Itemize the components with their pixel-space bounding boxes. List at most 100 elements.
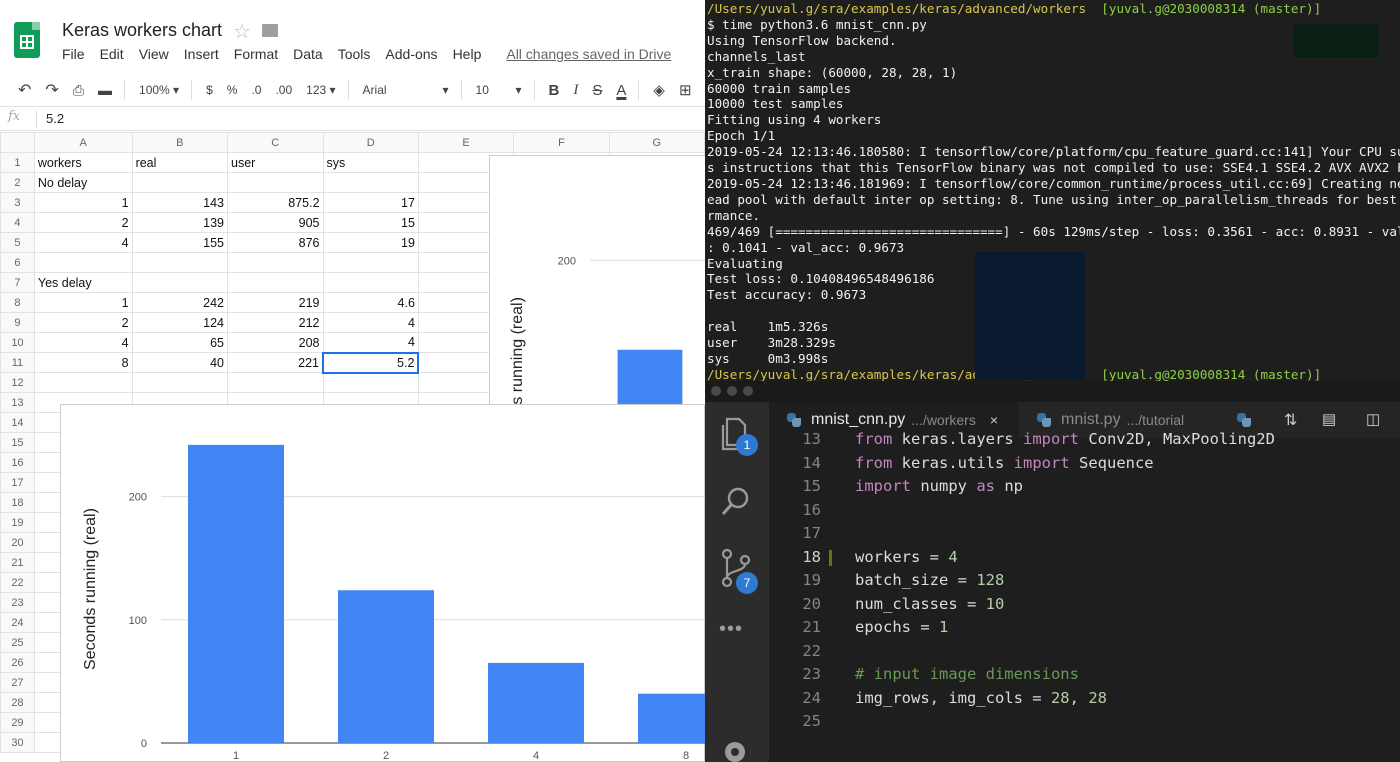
paint-format-icon[interactable]: ▬ <box>98 82 112 98</box>
cell[interactable] <box>227 272 324 293</box>
save-status[interactable]: All changes saved in Drive <box>506 46 671 62</box>
cell[interactable]: 2 <box>33 312 133 333</box>
cell[interactable]: 875.2 <box>227 192 324 213</box>
cell[interactable]: 4.6 <box>322 292 419 313</box>
increase-decimal-button[interactable]: .00 <box>275 83 292 97</box>
row-header[interactable]: 2 <box>0 172 35 193</box>
settings-gear-icon[interactable] <box>719 736 755 762</box>
cell[interactable]: 1 <box>33 192 133 213</box>
cell[interactable] <box>131 252 229 273</box>
menu-view[interactable]: View <box>139 46 169 62</box>
text-color-button[interactable]: A <box>616 82 626 99</box>
split-editor-icon[interactable]: ◫ <box>1366 410 1380 428</box>
cell[interactable] <box>33 372 133 393</box>
column-header[interactable]: E <box>417 132 515 153</box>
bold-button[interactable]: B <box>549 82 560 99</box>
close-tab-icon[interactable]: × <box>990 412 998 428</box>
more-icon[interactable]: ••• <box>719 618 755 654</box>
row-header[interactable]: 8 <box>0 292 35 313</box>
cell[interactable]: 208 <box>227 332 324 353</box>
cell[interactable]: 242 <box>131 292 229 313</box>
cell[interactable]: 221 <box>227 352 324 373</box>
menu-data[interactable]: Data <box>293 46 323 62</box>
fill-color-icon[interactable]: ◈ <box>653 81 665 99</box>
font-select[interactable]: Arial ▾ <box>363 83 449 97</box>
code-line[interactable]: 17 <box>769 522 1400 546</box>
cell[interactable]: user <box>227 152 324 173</box>
code-line[interactable]: 21 epochs = 1 <box>769 616 1400 640</box>
cell[interactable]: 40 <box>131 352 229 373</box>
row-header[interactable]: 30 <box>0 732 35 753</box>
cell[interactable] <box>227 372 324 393</box>
menu-insert[interactable]: Insert <box>184 46 219 62</box>
cell[interactable]: 155 <box>131 232 229 253</box>
row-header[interactable]: 15 <box>0 432 35 453</box>
font-size-select[interactable]: 10 ▾ <box>476 83 522 97</box>
cell[interactable]: 124 <box>131 312 229 333</box>
code-line[interactable]: 14 from keras.utils import Sequence <box>769 452 1400 476</box>
column-header[interactable]: G <box>608 132 705 153</box>
percent-button[interactable]: % <box>227 83 238 97</box>
row-header[interactable]: 5 <box>0 232 35 253</box>
row-header[interactable]: 22 <box>0 572 35 593</box>
cell[interactable]: real <box>131 152 229 173</box>
column-header[interactable]: D <box>322 132 419 153</box>
folder-icon[interactable] <box>262 24 278 37</box>
cell[interactable]: workers <box>33 152 133 173</box>
row-header[interactable]: 25 <box>0 632 35 653</box>
column-header[interactable]: B <box>131 132 229 153</box>
sheets-logo-icon[interactable] <box>14 22 40 58</box>
cell[interactable] <box>227 252 324 273</box>
cell[interactable]: 1 <box>33 292 133 313</box>
row-header[interactable]: 4 <box>0 212 35 233</box>
column-header[interactable]: A <box>33 132 133 153</box>
cell[interactable]: 15 <box>322 212 419 233</box>
cell[interactable] <box>131 172 229 193</box>
cell[interactable]: 4 <box>33 332 133 353</box>
code-line[interactable]: 13 from keras.layers import Conv2D, MaxPo… <box>769 428 1400 452</box>
row-header[interactable]: 3 <box>0 192 35 213</box>
row-header[interactable]: 1 <box>0 152 35 173</box>
minimize-dot-icon[interactable] <box>727 386 737 396</box>
code-area[interactable]: 13 from keras.layers import Conv2D, MaxPo… <box>769 428 1400 734</box>
cell[interactable]: 8 <box>33 352 133 373</box>
row-header[interactable]: 10 <box>0 332 35 353</box>
cell[interactable] <box>33 252 133 273</box>
code-line[interactable]: 23 # input image dimensions <box>769 663 1400 687</box>
menu-file[interactable]: File <box>62 46 85 62</box>
python-interpreter-icon[interactable] <box>1237 413 1251 427</box>
row-header[interactable]: 29 <box>0 712 35 733</box>
open-preview-icon[interactable]: ▤ <box>1322 410 1336 428</box>
column-header[interactable]: C <box>227 132 324 153</box>
row-header[interactable]: 9 <box>0 312 35 333</box>
code-line[interactable]: 15 import numpy as np <box>769 475 1400 499</box>
row-header[interactable]: 17 <box>0 472 35 493</box>
code-line[interactable]: 16 <box>769 499 1400 523</box>
row-header[interactable]: 18 <box>0 492 35 513</box>
cell[interactable]: 212 <box>227 312 324 333</box>
cell[interactable]: 5.2 <box>322 351 420 374</box>
row-header[interactable]: 27 <box>0 672 35 693</box>
star-icon[interactable]: ☆ <box>233 19 251 44</box>
cell[interactable] <box>131 272 229 293</box>
row-header[interactable]: 12 <box>0 372 35 393</box>
cell[interactable]: 139 <box>131 212 229 233</box>
search-icon[interactable] <box>719 484 755 520</box>
row-header[interactable]: 11 <box>0 352 35 373</box>
source-control-icon[interactable]: 7 <box>719 548 758 594</box>
code-line[interactable]: 22 <box>769 640 1400 664</box>
code-line[interactable]: 20 num_classes = 10 <box>769 593 1400 617</box>
menu-addons[interactable]: Add-ons <box>385 46 437 62</box>
code-line[interactable]: 24 img_rows, img_cols = 28, 28 <box>769 687 1400 711</box>
row-header[interactable]: 7 <box>0 272 35 293</box>
cell[interactable]: 17 <box>322 192 419 213</box>
cell[interactable]: Yes delay <box>33 272 133 293</box>
main-chart[interactable]: 0 100 200 Seconds running (real) 1 2 4 8 <box>60 404 705 762</box>
cell[interactable]: No delay <box>33 172 133 193</box>
cell[interactable]: 143 <box>131 192 229 213</box>
cell[interactable]: 4 <box>322 312 419 333</box>
row-header[interactable]: 6 <box>0 252 35 273</box>
italic-button[interactable]: I <box>573 82 578 99</box>
formula-input[interactable]: 5.2 <box>46 111 64 126</box>
borders-icon[interactable]: ⊞ <box>679 81 692 99</box>
